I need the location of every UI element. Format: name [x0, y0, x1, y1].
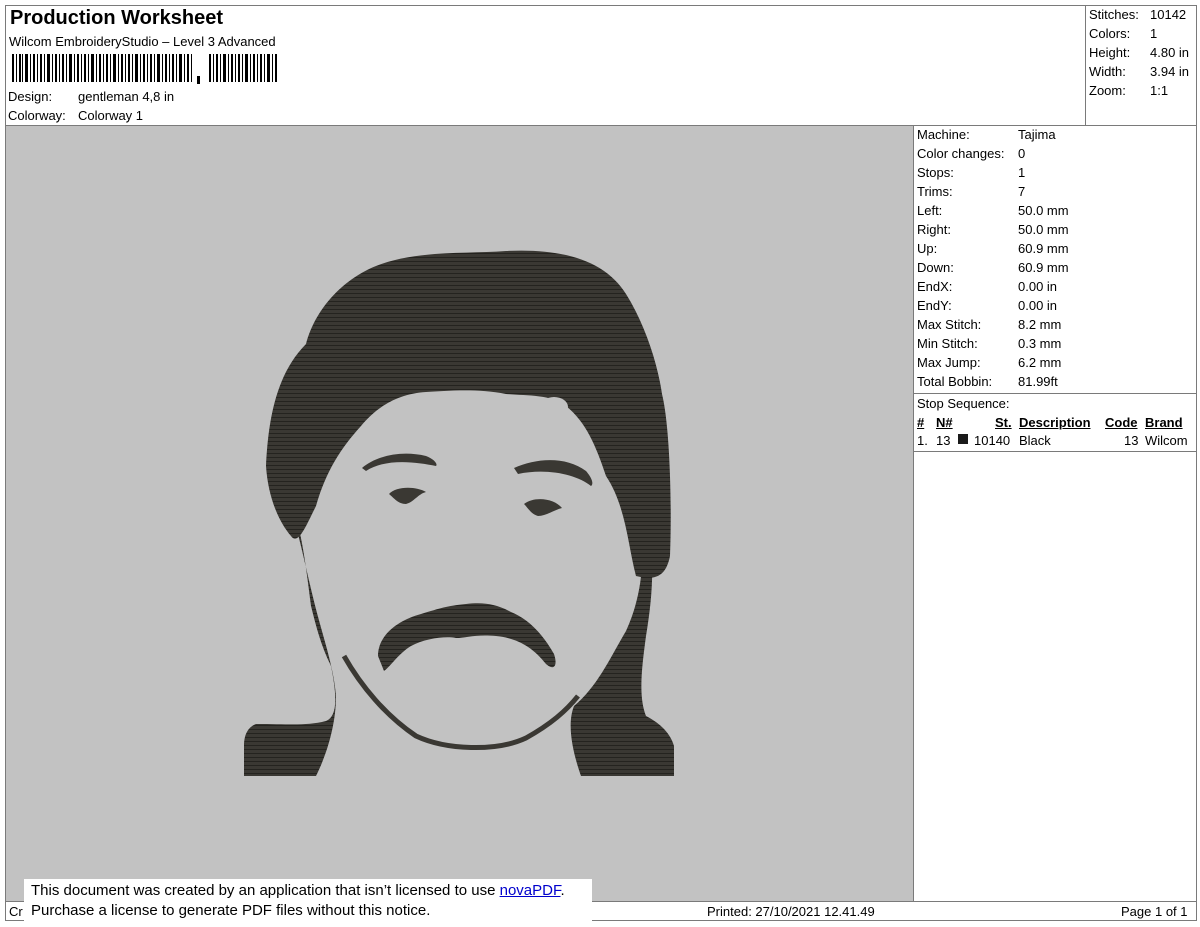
panel-divider — [913, 126, 914, 902]
right-eyebrow — [514, 460, 593, 486]
row-description: Black — [1019, 433, 1051, 448]
colorway-value: Colorway 1 — [78, 108, 144, 123]
left-eyebrow — [362, 453, 437, 471]
mustache-shape — [378, 603, 556, 671]
param-endx: EndX: 0.00 in — [917, 279, 1058, 294]
jaw-line — [341, 654, 580, 751]
row-brand: Wilcom — [1145, 433, 1188, 448]
col-header-num: # — [917, 415, 925, 430]
col-header-stitches: St. — [995, 415, 1012, 430]
stat-zoom: Zoom: 1:1 — [1089, 83, 1169, 98]
notice-line-1: This document was created by an applicat… — [31, 882, 565, 899]
thread-color-swatch — [958, 434, 968, 444]
stop-sequence-divider — [914, 451, 1197, 452]
right-eye — [524, 499, 562, 516]
stat-height: Height: 4.80 in — [1089, 45, 1190, 60]
param-machine: Machine: Tajima — [917, 127, 1056, 142]
row-stitches: 10140 — [974, 433, 1011, 448]
col-header-brand: Brand — [1145, 415, 1183, 430]
param-down: Down: 60.9 mm — [917, 260, 1069, 275]
page-number: Page 1 of 1 — [1121, 904, 1188, 919]
hair-shape — [266, 250, 671, 578]
hair-gap — [540, 397, 568, 417]
colorway-row: Colorway: Colorway 1 — [8, 108, 143, 123]
param-min-stitch: Min Stitch: 0.3 mm — [917, 336, 1062, 351]
params-divider — [914, 393, 1197, 394]
col-header-needle: N# — [936, 415, 953, 430]
notice-line-2: Purchase a license to generate PDF files… — [31, 902, 431, 919]
stat-width: Width: 3.94 in — [1089, 64, 1190, 79]
row-needle: 13 — [936, 433, 951, 448]
embroidery-portrait — [244, 250, 674, 776]
license-notice: This document was created by an applicat… — [24, 879, 592, 923]
param-max-jump: Max Jump: 6.2 mm — [917, 355, 1062, 370]
barcode-image — [12, 54, 277, 84]
stop-sequence-title: Stop Sequence: — [917, 396, 1010, 411]
col-header-description: Description — [1019, 415, 1091, 430]
param-up: Up: 60.9 mm — [917, 241, 1069, 256]
design-label: Design: — [8, 89, 53, 104]
param-max-stitch: Max Stitch: 8.2 mm — [917, 317, 1062, 332]
left-cheek-shape — [244, 508, 336, 776]
novapdf-link[interactable]: novaPDF — [500, 882, 561, 899]
printed-timestamp: Printed: 27/10/2021 12.41.49 — [707, 904, 875, 919]
param-color-changes: Color changes: 0 — [917, 146, 1026, 161]
row-code: 13 — [1124, 433, 1139, 448]
param-endy: EndY: 0.00 in — [917, 298, 1058, 313]
stat-colors: Colors: 1 — [1089, 26, 1158, 41]
colorway-label: Colorway: — [8, 108, 66, 123]
footer-left-text: Cr — [9, 904, 23, 919]
param-left: Left: 50.0 mm — [917, 203, 1069, 218]
col-header-code: Code — [1105, 415, 1138, 430]
page-title: Production Worksheet — [10, 7, 223, 29]
row-num: 1. — [917, 433, 928, 448]
param-trims: Trims: 7 — [917, 184, 1026, 199]
design-preview — [6, 126, 913, 901]
left-eye — [389, 487, 426, 504]
software-subtitle: Wilcom EmbroideryStudio – Level 3 Advanc… — [9, 34, 276, 49]
stat-stitches: Stitches: 10142 — [1089, 7, 1187, 22]
design-value: gentleman 4,8 in — [78, 89, 175, 104]
param-total-bobbin: Total Bobbin: 81.99ft — [917, 374, 1058, 389]
param-right: Right: 50.0 mm — [917, 222, 1069, 237]
param-stops: Stops: 1 — [917, 165, 1026, 180]
design-row: Design: gentleman 4,8 in — [8, 89, 174, 104]
stats-divider — [1085, 5, 1086, 126]
